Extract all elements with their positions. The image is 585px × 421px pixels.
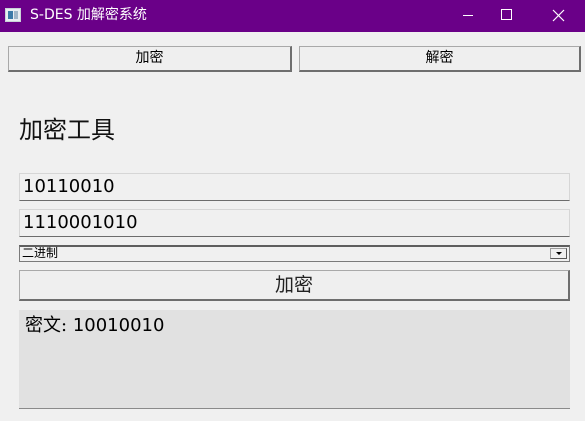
plaintext-input[interactable]: 10110010 bbox=[19, 173, 570, 201]
app-window-icon bbox=[5, 8, 21, 22]
close-button[interactable] bbox=[539, 0, 585, 32]
result-label: 密文: bbox=[25, 315, 68, 336]
maximize-icon bbox=[501, 9, 512, 20]
result-output: 密文: 10010010 bbox=[19, 310, 570, 409]
minimize-icon bbox=[463, 15, 473, 16]
encrypt-mode-button[interactable]: 加密 bbox=[8, 46, 292, 72]
minimize-button[interactable] bbox=[446, 0, 492, 32]
format-select[interactable]: 二进制 bbox=[19, 245, 570, 262]
maximize-button[interactable] bbox=[492, 0, 538, 32]
result-value: 10010010 bbox=[72, 315, 165, 336]
page-title: 加密工具 bbox=[19, 116, 115, 144]
chevron-down-icon[interactable] bbox=[550, 248, 567, 259]
decrypt-mode-button[interactable]: 解密 bbox=[299, 46, 581, 72]
format-select-value: 二进制 bbox=[22, 246, 59, 260]
key-input[interactable]: 1110001010 bbox=[19, 209, 570, 237]
title-bar: S-DES 加解密系统 bbox=[0, 0, 585, 32]
encrypt-button[interactable]: 加密 bbox=[19, 270, 570, 301]
window-title: S-DES 加解密系统 bbox=[30, 7, 147, 23]
close-icon bbox=[552, 9, 565, 22]
